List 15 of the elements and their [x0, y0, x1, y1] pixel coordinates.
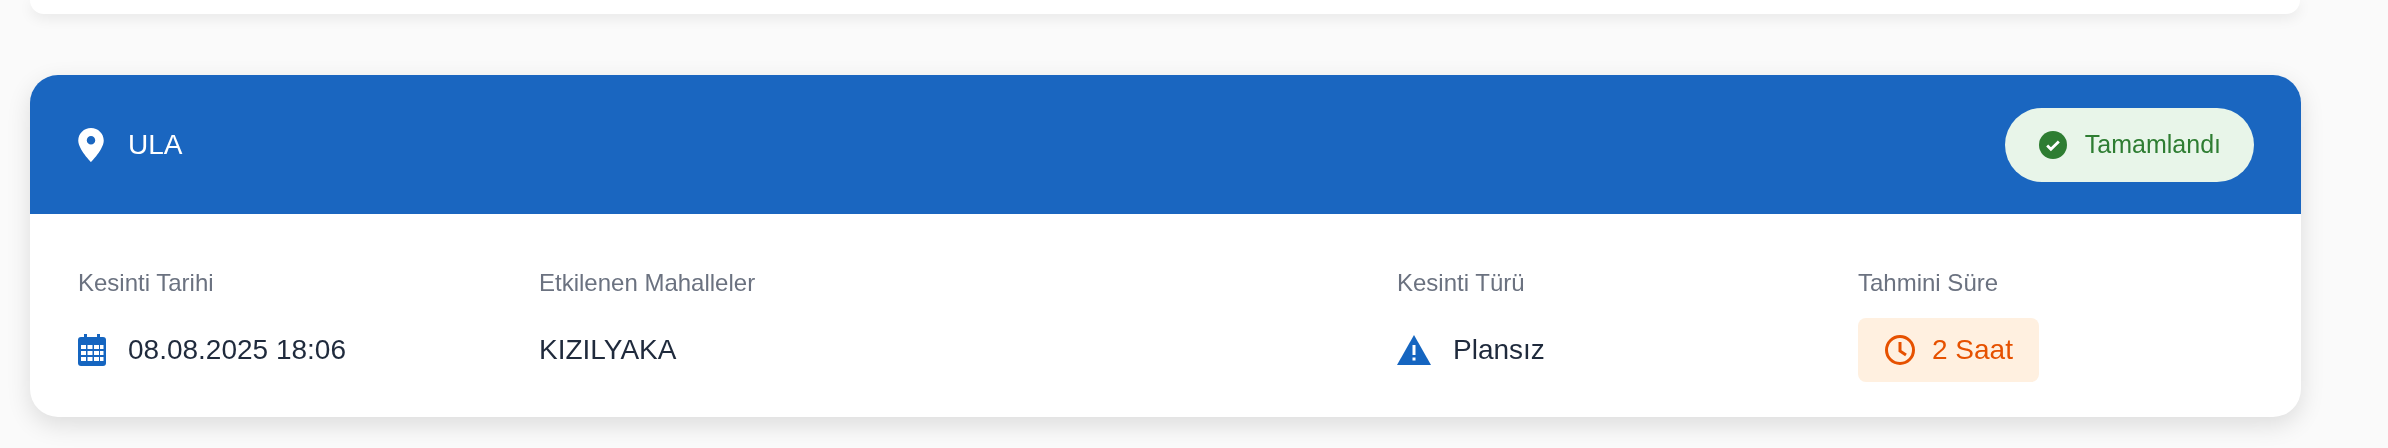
- status-badge: Tamamlandı: [2004, 107, 2254, 182]
- field-label: Tahmini Süre: [1858, 269, 2000, 297]
- calendar-icon: [78, 334, 106, 366]
- field-label: Kesinti Türü: [1397, 269, 1526, 297]
- field-value: KIZILYAKA: [539, 334, 677, 366]
- location-pin-icon: [78, 127, 104, 162]
- field-value: Plansız: [1453, 334, 1545, 366]
- field-value: 08.08.2025 18:06: [128, 334, 346, 366]
- field-label: Kesinti Tarihi: [78, 269, 215, 297]
- location-title: ULA: [128, 128, 183, 161]
- check-circle-icon: [2038, 130, 2067, 159]
- warning-icon: [1397, 335, 1431, 365]
- field-label: Etkilenen Mahalleler: [539, 269, 757, 297]
- duration-badge: 2 Saat: [1858, 318, 2039, 382]
- clock-icon: [1884, 334, 1916, 366]
